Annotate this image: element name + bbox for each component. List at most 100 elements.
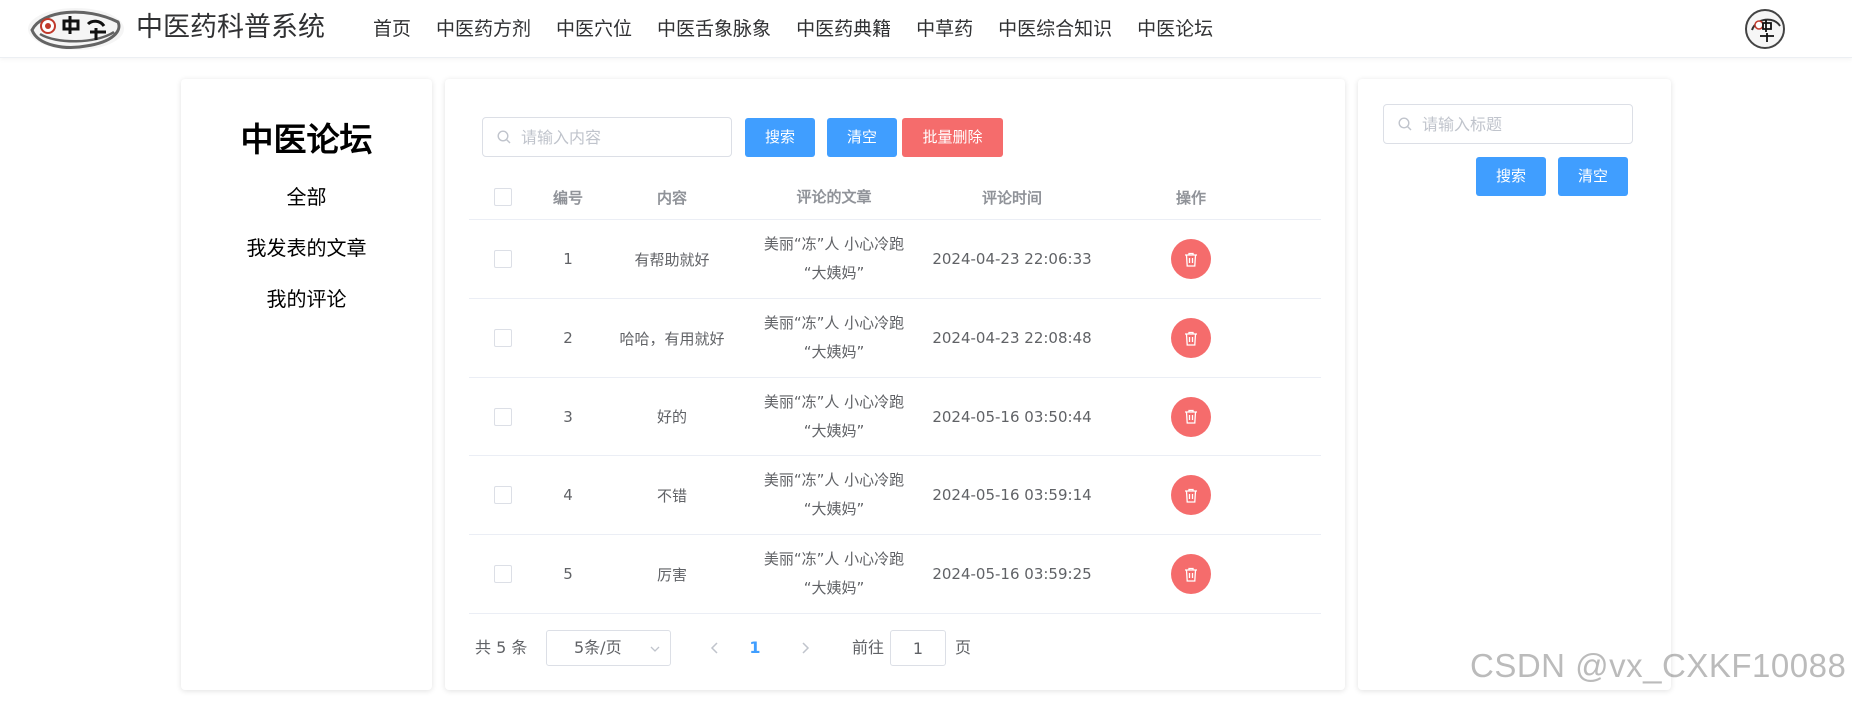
column-header-time: 评论时间: [981, 188, 1042, 207]
user-avatar-icon[interactable]: [1744, 8, 1786, 50]
nav-item-home[interactable]: 首页: [373, 14, 411, 44]
row-id: 3: [563, 407, 573, 426]
select-all-checkbox[interactable]: [494, 188, 512, 206]
title-clear-button[interactable]: 清空: [1558, 157, 1628, 196]
comments-panel: 搜索 清空 批量删除 编号 内容 评论的文章 评论时间 操作 1 有帮助就好 美…: [445, 79, 1345, 690]
forum-sidebar: 中医论坛 全部 我发表的文章 我的评论: [181, 79, 432, 690]
table-row: 5 厉害 美丽“冻”人 小心冷跑 “大姨妈” 2024-05-16 03:59:2…: [469, 535, 1321, 614]
title-search-input[interactable]: [1422, 114, 1632, 134]
row-checkbox[interactable]: [494, 329, 512, 347]
chevron-down-icon: [650, 646, 660, 652]
page-number-current[interactable]: 1: [745, 630, 765, 666]
row-id: 4: [563, 486, 573, 504]
article-search-panel: 搜索 清空: [1358, 79, 1671, 690]
row-article-line: 美丽“冻”人 小心冷跑: [763, 235, 905, 253]
content-search-input[interactable]: [521, 127, 731, 147]
row-time: 2024-04-23 22:06:33: [932, 250, 1092, 268]
row-checkbox[interactable]: [494, 486, 512, 504]
row-article-line: 美丽“冻”人 小心冷跑: [763, 314, 905, 332]
prev-page-button[interactable]: [705, 630, 725, 666]
row-article-line: 美丽“冻”人 小心冷跑: [763, 392, 905, 411]
delete-row-button[interactable]: [1171, 318, 1211, 358]
row-article-line: “大姨妈”: [803, 343, 865, 361]
app-title: 中医药科普系统: [136, 12, 325, 43]
nav-item-forum[interactable]: 中医论坛: [1137, 14, 1213, 44]
table-row: 3 好的 美丽“冻”人 小心冷跑 “大姨妈” 2024-05-16 03:50:4…: [469, 378, 1321, 456]
delete-row-button[interactable]: [1171, 475, 1211, 515]
chevron-left-icon: [710, 642, 718, 654]
batch-delete-button[interactable]: 批量删除: [902, 118, 1003, 157]
delete-row-button[interactable]: [1171, 396, 1211, 437]
nav-item-classics[interactable]: 中医药典籍: [796, 14, 891, 44]
nav-item-herbs[interactable]: 中草药: [916, 14, 973, 44]
page-label: 页: [955, 638, 972, 657]
row-id: 1: [563, 250, 573, 268]
top-header: 中医药科普系统 首页 中医药方剂 中医穴位 中医舌象脉象 中医药典籍 中草药 中…: [0, 0, 1852, 58]
clear-button[interactable]: 清空: [827, 118, 897, 157]
row-article-line: 美丽“冻”人 小心冷跑: [763, 471, 905, 489]
row-article-line: 美丽“冻”人 小心冷跑: [763, 550, 905, 568]
row-article: 美丽“冻”人 小心冷跑 “大姨妈”: [745, 299, 923, 377]
title-search-box[interactable]: [1383, 104, 1633, 144]
trash-icon: [1185, 488, 1197, 503]
search-button[interactable]: 搜索: [745, 118, 815, 157]
table-row: 1 有帮助就好 美丽“冻”人 小心冷跑 “大姨妈” 2024-04-23 22:0…: [469, 220, 1321, 299]
row-article: 美丽“冻”人 小心冷跑 “大姨妈”: [745, 456, 923, 534]
next-page-button[interactable]: [795, 630, 815, 666]
column-header-content: 内容: [656, 188, 687, 207]
row-id: 2: [563, 329, 573, 347]
table-header: 编号 内容 评论的文章 评论时间 操作: [469, 175, 1321, 220]
trash-icon: [1185, 252, 1197, 267]
trash-icon: [1185, 409, 1197, 424]
row-content: 哈哈，有用就好: [619, 329, 725, 348]
row-id: 5: [563, 565, 573, 583]
table-row: 4 不错 美丽“冻”人 小心冷跑 “大姨妈” 2024-05-16 03:59:1…: [469, 456, 1321, 535]
row-time: 2024-05-16 03:50:44: [932, 407, 1092, 426]
nav-item-acupoints[interactable]: 中医穴位: [556, 14, 632, 44]
sidebar-item-my-articles[interactable]: 我发表的文章: [181, 233, 432, 263]
row-article-line: “大姨妈”: [803, 421, 865, 440]
pagination-total: 共 5 条: [475, 638, 528, 657]
goto-page-input[interactable]: [890, 630, 946, 666]
page-size-value: 5条/页: [574, 638, 622, 657]
row-checkbox[interactable]: [494, 565, 512, 583]
nav-item-tongue-pulse[interactable]: 中医舌象脉象: [657, 14, 771, 44]
row-time: 2024-04-23 22:08:48: [932, 329, 1092, 347]
row-article: 美丽“冻”人 小心冷跑 “大姨妈”: [745, 535, 923, 613]
trash-icon: [1185, 331, 1197, 346]
row-article-line: “大姨妈”: [803, 264, 865, 282]
watermark-text: CSDN @vx_CXKF10088: [1470, 647, 1847, 684]
sidebar-item-all[interactable]: 全部: [181, 182, 432, 212]
column-header-article: 评论的文章: [796, 187, 872, 206]
chevron-right-icon: [802, 642, 810, 654]
row-content: 好的: [656, 408, 687, 426]
delete-row-button[interactable]: [1171, 554, 1211, 594]
logo-icon[interactable]: [26, 4, 126, 54]
column-header-actions: 操作: [1175, 188, 1206, 207]
trash-icon: [1185, 567, 1197, 582]
row-checkbox[interactable]: [494, 407, 512, 426]
row-article: 美丽“冻”人 小心冷跑 “大姨妈”: [745, 220, 923, 298]
row-content: 有帮助就好: [634, 250, 710, 269]
row-time: 2024-05-16 03:59:14: [932, 486, 1092, 504]
main-nav: 首页 中医药方剂 中医穴位 中医舌象脉象 中医药典籍 中草药 中医综合知识 中医…: [373, 14, 1238, 44]
row-content: 不错: [656, 486, 687, 505]
column-header-id: 编号: [552, 188, 583, 207]
delete-row-button[interactable]: [1171, 239, 1211, 279]
sidebar-item-my-comments[interactable]: 我的评论: [181, 284, 432, 314]
row-article-line: “大姨妈”: [803, 500, 865, 518]
goto-label: 前往: [852, 638, 885, 657]
row-article-line: “大姨妈”: [803, 579, 865, 597]
pagination: 共 5 条 5条/页 1 前往 页: [475, 630, 1295, 666]
search-icon: [497, 130, 511, 144]
title-search-button[interactable]: 搜索: [1476, 157, 1546, 196]
row-content: 厉害: [656, 565, 687, 584]
content-search-box[interactable]: [482, 117, 732, 157]
row-article: 美丽“冻”人 小心冷跑 “大姨妈”: [745, 378, 923, 455]
row-time: 2024-05-16 03:59:25: [932, 565, 1092, 583]
page-size-select[interactable]: 5条/页: [546, 630, 671, 666]
nav-item-prescriptions[interactable]: 中医药方剂: [436, 14, 531, 44]
forum-title: 中医论坛: [240, 120, 373, 159]
row-checkbox[interactable]: [494, 250, 512, 268]
nav-item-knowledge[interactable]: 中医综合知识: [998, 14, 1112, 44]
